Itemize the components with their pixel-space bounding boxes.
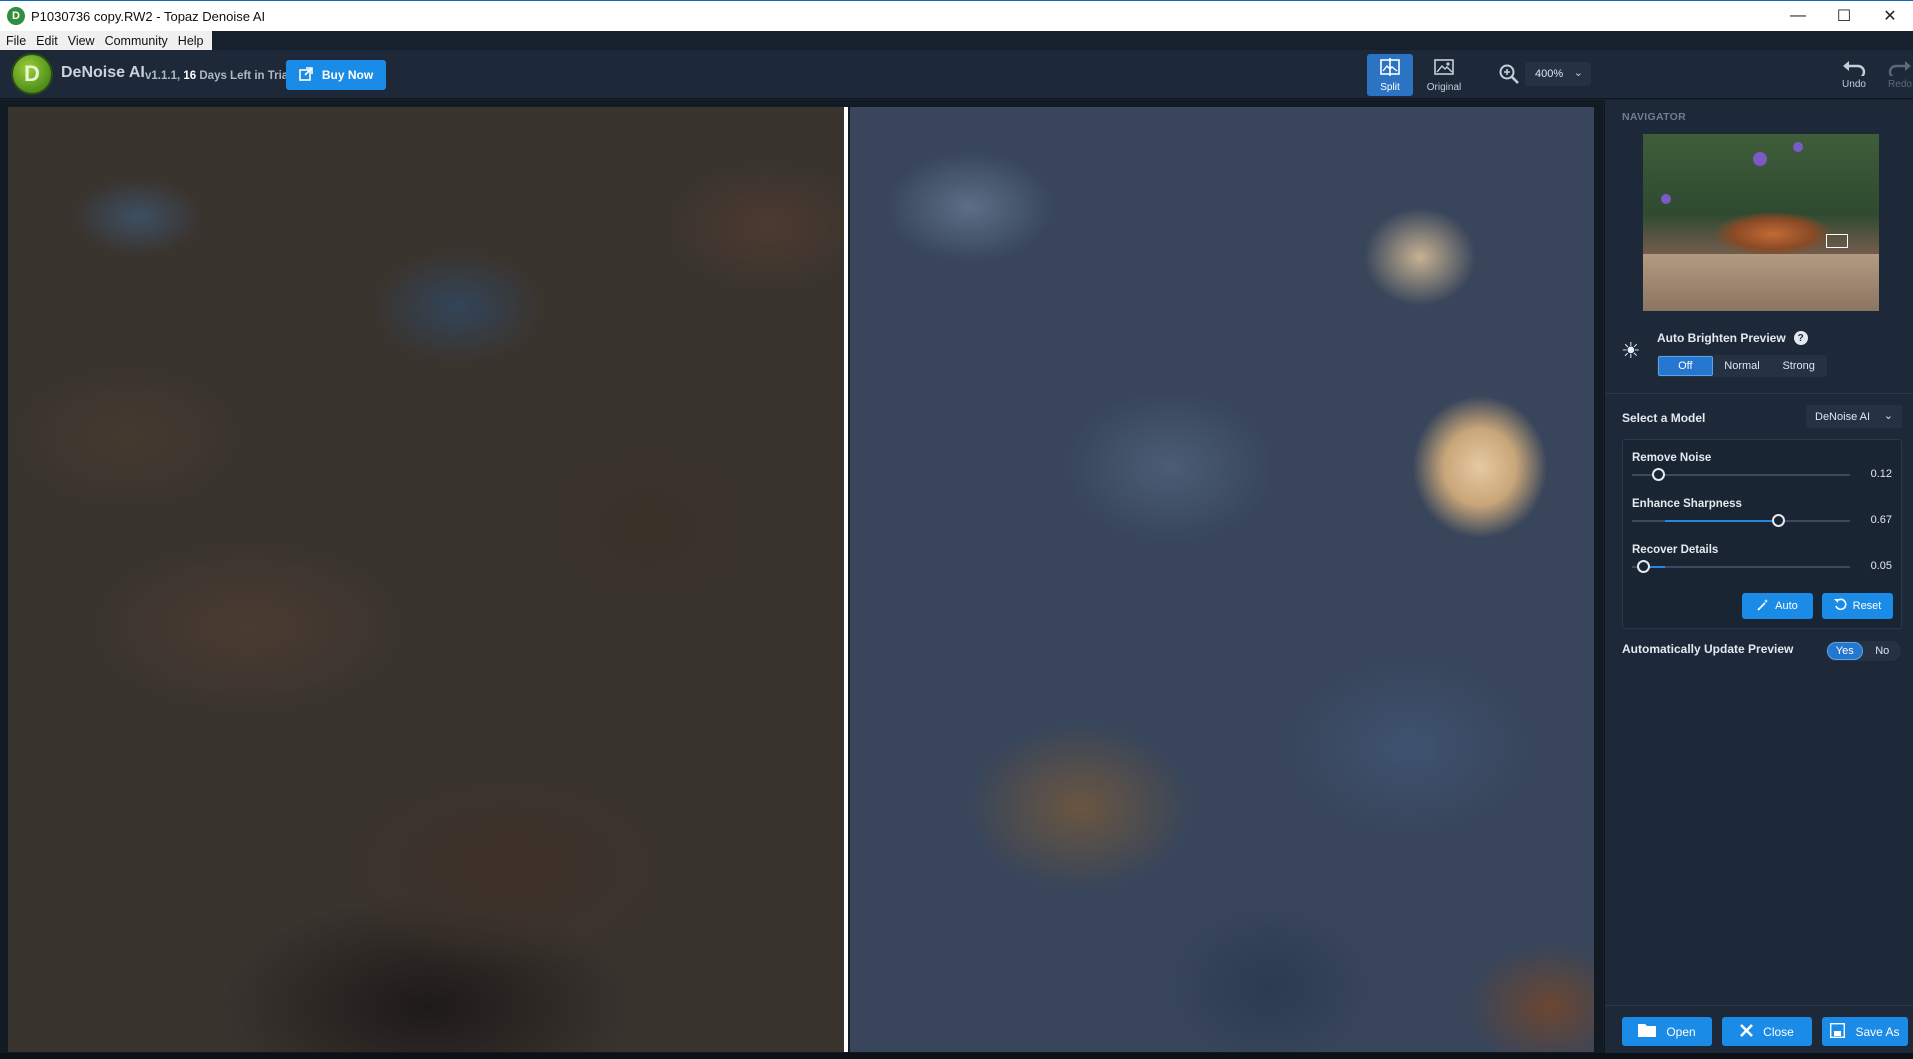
redo-label: Redo [1888,79,1912,90]
flower-decoration [1661,194,1671,204]
save-as-button[interactable]: Save As [1822,1017,1908,1046]
minimize-icon[interactable]: — [1775,1,1821,31]
enhance-sharpness-value: 0.67 [1870,514,1892,526]
divider [1605,393,1913,394]
open-label: Open [1666,1024,1696,1039]
version-text: v1.1.1, [145,70,184,82]
top-toolbar: D DeNoise AI v1.1.1, 16 Days Left in Tri… [0,50,1913,99]
view-original-label: Original [1426,81,1462,93]
remove-noise-value: 0.12 [1870,468,1892,480]
brighten-strong-option[interactable]: Strong [1771,356,1826,376]
reset-button[interactable]: Reset [1822,593,1893,619]
redo-button[interactable]: Redo [1880,56,1913,94]
auto-button[interactable]: Auto [1742,593,1813,619]
close-x-icon [1740,1023,1754,1040]
trial-info: v1.1.1, 16 Days Left in Trial [145,70,291,82]
chevron-down-icon: ⌄ [1883,410,1893,422]
image-preview-area[interactable] [0,100,1603,1053]
reset-icon [1833,598,1847,614]
enhance-sharpness-slider[interactable] [1632,514,1850,527]
navigator-thumbnail[interactable] [1643,134,1879,311]
view-split-label: Split [1380,81,1400,93]
brighten-off-option[interactable]: Off [1658,356,1713,376]
recover-details-value: 0.05 [1870,560,1892,572]
close-button[interactable]: Close [1722,1017,1812,1046]
slider-fill [1664,520,1779,522]
flower-decoration [1753,152,1767,166]
help-icon[interactable]: ? [1793,331,1808,345]
reset-label: Reset [1852,600,1882,612]
app-name: DeNoise AI [61,64,145,81]
window-controls: — ☐ ✕ [1775,1,1913,31]
auto-brighten-label: Auto Brighten Preview ? [1657,331,1808,345]
auto-update-yes[interactable]: Yes [1827,642,1863,660]
enhance-sharpness-label: Enhance Sharpness [1632,498,1742,510]
original-preview-image[interactable] [8,107,845,1052]
close-icon[interactable]: ✕ [1867,1,1913,31]
brighten-normal-option[interactable]: Normal [1715,356,1770,376]
menu-bar: File Edit View Community Help [0,31,212,50]
redo-icon [1888,60,1912,80]
rock-decoration [1643,254,1879,311]
buy-now-label: Buy Now [321,68,374,82]
model-settings-box: Remove Noise 0.12 Enhance Sharpness 0.67… [1622,439,1902,629]
zoom-value: 400% [1535,68,1564,80]
slider-knob[interactable] [1772,514,1786,527]
navigator-viewport-rect[interactable] [1826,234,1848,248]
settings-panel: NAVIGATOR ☀ Auto Brighten Preview ? Off … [1604,100,1913,1053]
folder-icon [1638,1023,1657,1040]
denoised-preview-image[interactable] [850,107,1594,1052]
view-split-button[interactable]: Split [1367,54,1413,96]
select-model-label: Select a Model [1622,411,1706,425]
external-link-icon [299,66,313,84]
auto-update-toggle: Yes No [1826,641,1901,661]
brighten-toggle-group: Off Normal Strong [1657,355,1827,377]
app-icon: D [7,7,25,25]
zoom-dropdown[interactable]: 400% ⌄ [1525,62,1591,86]
undo-icon [1842,60,1866,80]
slider-knob[interactable] [1636,560,1650,573]
recover-details-label: Recover Details [1632,544,1719,556]
save-icon [1830,1022,1846,1041]
remove-noise-label: Remove Noise [1632,452,1712,464]
menu-view[interactable]: View [62,34,99,48]
open-button[interactable]: Open [1622,1017,1712,1046]
taskbar-strip [0,1053,1913,1059]
image-icon [1434,58,1454,79]
split-view-icon [1380,57,1400,79]
navigator-label: NAVIGATOR [1622,111,1686,123]
remove-noise-slider[interactable] [1632,468,1850,481]
slider-knob[interactable] [1652,468,1666,481]
zoom-icon[interactable] [1498,63,1520,90]
magic-wand-icon [1757,598,1769,614]
menu-help[interactable]: Help [172,34,208,48]
auto-update-label: Automatically Update Preview [1622,642,1794,656]
split-divider-handle[interactable] [844,107,848,1052]
close-label: Close [1763,1024,1794,1039]
menu-community[interactable]: Community [99,34,172,48]
undo-button[interactable]: Undo [1834,56,1874,94]
auto-label: Auto [1775,600,1798,612]
maximize-icon[interactable]: ☐ [1821,1,1867,31]
undo-label: Undo [1842,79,1866,90]
auto-brighten-text: Auto Brighten Preview [1657,331,1786,345]
bottom-action-bar: Open Close Save As [1605,1005,1913,1053]
days-left-count: 16 [183,70,197,82]
menu-edit[interactable]: Edit [30,34,62,48]
trial-suffix: Days Left in Trial [196,70,292,82]
model-dropdown[interactable]: DeNoise AI ⌄ [1806,405,1902,428]
window-title: P1030736 copy.RW2 - Topaz Denoise AI [31,8,266,24]
buy-now-button[interactable]: Buy Now [286,60,386,90]
recover-details-slider[interactable] [1632,560,1850,573]
chevron-down-icon: ⌄ [1573,67,1583,79]
brightness-icon: ☀ [1621,338,1641,363]
auto-update-no[interactable]: No [1865,642,1900,660]
flower-decoration [1793,142,1803,152]
window-titlebar: D P1030736 copy.RW2 - Topaz Denoise AI —… [0,0,1913,31]
denoise-logo: D [11,53,53,95]
menu-file[interactable]: File [0,34,30,48]
view-original-button[interactable]: Original [1421,54,1467,96]
model-value: DeNoise AI [1815,410,1871,423]
save-as-label: Save As [1855,1024,1900,1039]
